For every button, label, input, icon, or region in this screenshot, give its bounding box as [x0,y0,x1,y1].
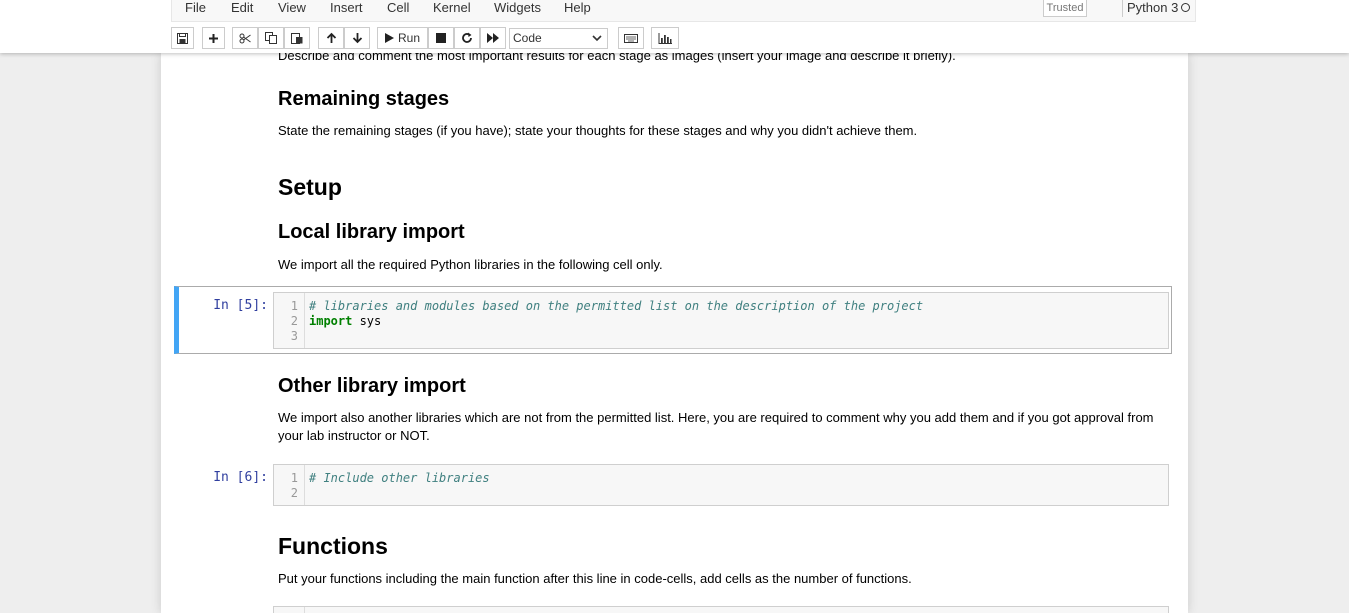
cut-icon [239,33,251,43]
notebook-header: File Edit View Insert Cell Kernel Widget… [0,0,1349,53]
command-palette-button[interactable] [618,27,644,49]
bar-chart-icon [658,32,672,44]
menu-view[interactable]: View [278,0,306,16]
menubar: File Edit View Insert Cell Kernel Widget… [171,0,1196,22]
other-text: We import also another libraries which a… [278,410,1154,443]
restart-button[interactable] [454,27,480,49]
cell-type-value: Code [513,31,542,45]
trusted-indicator[interactable]: Trusted [1043,0,1087,17]
notebook-container: Describe and comment the most important … [161,53,1188,613]
play-icon [384,33,394,43]
chevron-down-icon [592,35,602,42]
code-comment: # Include other libraries [309,471,490,485]
menu-help[interactable]: Help [564,0,591,16]
run-all-button[interactable] [480,27,506,49]
local-text: We import all the required Python librar… [278,257,663,272]
paste-icon [291,33,303,44]
code-import: import sys [309,314,381,329]
cell-type-select[interactable]: Code [509,28,608,49]
line-number: 2 [290,486,298,500]
line-gutter [274,607,305,613]
code-line: 1 # libraries and modules based on the p… [274,299,1168,314]
arrow-down-icon [352,33,362,44]
fast-forward-icon [487,33,499,43]
cell-prompt-5: In [5]: [213,298,268,313]
heading-functions: Functions [278,533,388,559]
move-up-button[interactable] [318,27,344,49]
code-line: 1 # Include other libraries [274,471,1168,486]
import-keyword: import [309,314,353,328]
code-comment: # libraries and modules based on the per… [309,299,924,313]
markdown-cell-local[interactable]: We import all the required Python librar… [278,256,1168,274]
markdown-cell-other[interactable]: We import also another libraries which a… [278,409,1168,445]
line-number: 1 [290,471,298,485]
results-text: Describe and comment the most important … [278,53,956,63]
copy-button[interactable] [258,27,284,49]
run-button[interactable]: Run [377,27,428,49]
menu-file[interactable]: File [185,0,206,16]
menu-insert[interactable]: Insert [330,0,363,16]
kernel-name[interactable]: Python 3 [1127,0,1178,15]
markdown-cell-results[interactable]: Describe and comment the most important … [278,53,1168,65]
heading-local-library-import: Local library import [278,221,465,243]
save-button[interactable] [171,27,194,49]
copy-icon [265,32,277,44]
remaining-text: State the remaining stages (if you have)… [278,123,918,138]
keyboard-icon [624,33,638,43]
heading-setup: Setup [278,174,342,200]
line-number: 1 [290,299,298,313]
insert-cell-button[interactable] [202,27,225,49]
markdown-cell-functions[interactable]: Put your functions including the main fu… [278,570,1168,588]
line-number: 2 [290,314,298,328]
cut-button[interactable] [232,27,258,49]
save-icon [177,32,188,44]
interrupt-button[interactable] [428,27,454,49]
code-editor-6[interactable]: 1 # Include other libraries 2 [273,464,1169,506]
kernel-idle-icon [1181,3,1190,12]
arrow-up-icon [326,32,336,43]
code-editor-next[interactable] [273,606,1169,613]
heading-other-library-import: Other library import [278,375,466,397]
code-line: 3 [274,329,1168,344]
line-number: 3 [290,329,298,343]
chart-button[interactable] [651,27,679,49]
plus-icon [209,33,218,43]
menu-kernel[interactable]: Kernel [433,0,471,16]
code-line: 2 [274,486,1168,501]
toolbar: Run Code [171,27,1196,49]
code-editor-5[interactable]: 1 # libraries and modules based on the p… [273,292,1169,349]
heading-remaining-stages: Remaining stages [278,88,450,110]
stop-icon [436,33,446,43]
run-label: Run [397,31,420,45]
menu-cell[interactable]: Cell [387,0,409,16]
menu-widgets[interactable]: Widgets [494,0,541,16]
markdown-cell-remaining[interactable]: State the remaining stages (if you have)… [278,122,1168,140]
import-module: sys [352,314,382,328]
cell-prompt-6: In [6]: [213,470,268,485]
paste-button[interactable] [284,27,310,49]
code-line: 2 import sys [274,314,1168,329]
move-down-button[interactable] [344,27,370,49]
kernel-separator [1122,0,1123,17]
functions-text: Put your functions including the main fu… [278,571,912,586]
restart-icon [462,32,472,43]
menu-edit[interactable]: Edit [231,0,253,16]
